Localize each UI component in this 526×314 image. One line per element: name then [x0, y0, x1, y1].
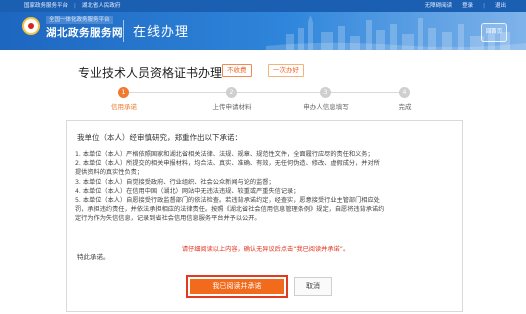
confirm-button-label: 我已阅读并承诺 — [190, 279, 284, 294]
separator: | — [74, 3, 76, 9]
logo-site-name[interactable]: 湖北政务服务网 — [46, 25, 123, 40]
login-link[interactable]: 登录 — [462, 0, 473, 12]
home-button[interactable]: 回首页 — [481, 23, 507, 42]
step-2-marker: 2 — [226, 87, 237, 98]
separator: | — [483, 3, 485, 9]
page-title: 专业技术人员资格证书办理 — [78, 66, 223, 80]
step-1-marker: 1 — [118, 87, 129, 98]
once-badge: 一次办好 — [268, 64, 304, 77]
clause-line: 5. 本单位（本人）自愿接受行政监督部门的依法检查。若违背承诺约定，经查实，愿意… — [75, 197, 380, 205]
step-3-marker: 3 — [320, 87, 331, 98]
step-connector — [237, 92, 320, 93]
logout-link[interactable]: 退出 — [495, 0, 506, 12]
confirm-commitment-button[interactable]: 我已阅读并承诺 — [186, 275, 288, 298]
header-divider — [123, 20, 124, 42]
clause-line: 罚，承担违约责任，并依法承担相应的法律责任。按照《湖北省社会信用信息管理条例》规… — [75, 206, 385, 214]
hubei-emblem-logo — [22, 17, 40, 35]
step-connector — [331, 92, 399, 93]
commitment-intro: 我单位（本人）经审慎研究，郑重作出以下承诺： — [77, 133, 242, 142]
step-4-label: 完成 — [398, 103, 412, 111]
national-platform-link[interactable]: 国家政务服务平台 — [24, 0, 68, 12]
clause-line: 提供资料的真实性负责； — [75, 169, 144, 177]
cancel-button[interactable]: 取消 — [294, 277, 332, 296]
commitment-clauses: 1. 本单位（本人）严格依照国家和湖北省相关法律、法规、规章、规范性文件，全面履… — [75, 150, 455, 224]
step-connector — [129, 92, 226, 93]
site-header: 全国一体化政务服务平台 湖北政务服务网 在线办理 回首页 — [0, 12, 526, 50]
step-2-label: 上传申请材料 — [212, 103, 252, 111]
step-3-label: 申办人信息填写 — [303, 103, 349, 111]
commitment-closing: 特此承诺。 — [77, 253, 110, 261]
step-4-marker: 4 — [399, 87, 410, 98]
step-1-label: 信用承诺 — [111, 103, 137, 111]
fee-badge: 不收费 — [222, 64, 252, 77]
commitment-panel: 我单位（本人）经审慎研究，郑重作出以下承诺： 1. 本单位（本人）严格依照国家和… — [66, 120, 463, 312]
clause-line: 2. 本单位（本人）所提交的相关申报材料，均合法、真实、准确、有效，无任何伪造、… — [75, 160, 380, 168]
read-confirm-hint: 请仔细阅读以上内容，确认无异议后点击“我已阅读并承诺”。 — [181, 246, 350, 253]
clause-line: 4. 本单位（本人）在信用中国（湖北）网站中无违法违规、较重或严重失信记录； — [75, 187, 300, 195]
section-title: 在线办理 — [133, 25, 190, 40]
clause-line: 1. 本单位（本人）严格依照国家和湖北省相关法律、法规、规章、规范性文件，全面履… — [75, 151, 374, 158]
clause-line: 3. 本单位（本人）自觉接受政府、行业组织、社会公众新闻与论的监督； — [75, 178, 275, 186]
clause-line: 定行为作为失信信息，记录到省社会信用信息服务平台并予以公开。 — [75, 215, 261, 223]
logo-tagline: 全国一体化政务服务平台 — [46, 16, 113, 24]
top-utility-bar: 国家政务服务平台 | 湖北省人民政府 无障碍阅读 登录 | 退出 — [0, 0, 526, 12]
accessibility-link[interactable]: 无障碍阅读 — [425, 0, 453, 12]
province-portal-link[interactable]: 湖北省人民政府 — [82, 0, 121, 12]
